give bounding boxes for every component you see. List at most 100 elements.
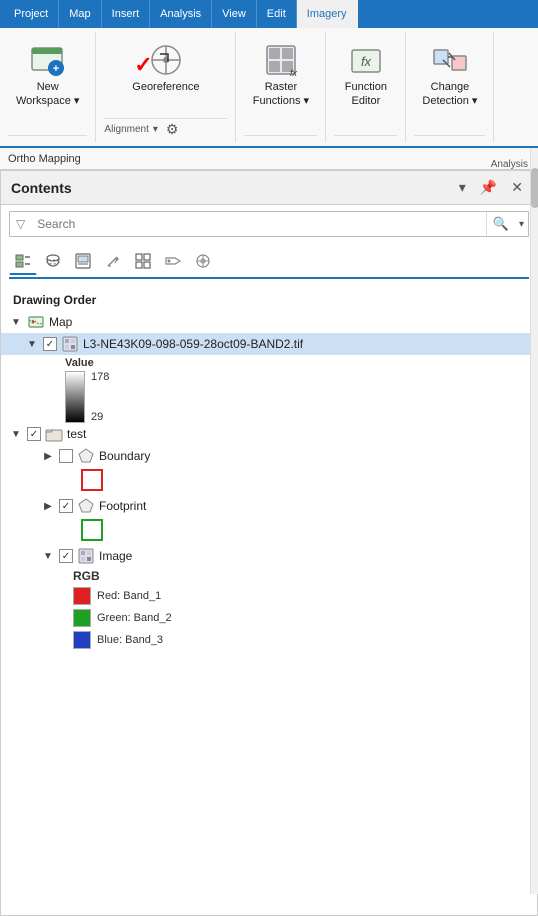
boundary-symbol-swatch bbox=[81, 469, 103, 491]
list-by-source-button[interactable] bbox=[39, 247, 67, 275]
search-bar: ▽ 🔍 ▾ bbox=[9, 211, 529, 237]
ribbon-content: + NewWorkspace ▾ bbox=[0, 28, 538, 148]
boundary-expand-btn[interactable]: ▶ bbox=[41, 449, 55, 463]
rgb-row-blue: Blue: Band_3 bbox=[73, 629, 537, 651]
ribbon-group-change-detection: ChangeDetection ▾ bbox=[406, 32, 494, 142]
georeference-icon bbox=[146, 40, 186, 80]
legend-values: 178 29 bbox=[91, 371, 109, 423]
layer-tree: Drawing Order ▼ Map ▼ bbox=[1, 283, 537, 915]
raster-checkbox[interactable] bbox=[43, 337, 57, 351]
tab-edit[interactable]: Edit bbox=[257, 0, 297, 28]
scrollbar-thumb[interactable] bbox=[531, 168, 538, 208]
tab-project[interactable]: Project bbox=[4, 0, 59, 28]
new-workspace-icon: + bbox=[28, 40, 68, 80]
ortho-mapping-label: Ortho Mapping bbox=[8, 153, 81, 165]
svg-text:+: + bbox=[52, 63, 58, 75]
georeference-button[interactable]: Georeference ✓ bbox=[124, 36, 207, 118]
ribbon-georeference-items: Georeference ✓ bbox=[124, 36, 207, 118]
legend-max-value: 178 bbox=[91, 371, 109, 383]
image-expand-btn[interactable]: ▼ bbox=[41, 549, 55, 563]
test-checkbox[interactable] bbox=[27, 427, 41, 441]
tab-insert[interactable]: Insert bbox=[102, 0, 151, 28]
footprint-icon bbox=[77, 497, 95, 515]
footprint-symbol-swatch bbox=[81, 519, 103, 541]
raster-functions-label: RasterFunctions ▾ bbox=[253, 80, 309, 109]
footprint-expand-btn[interactable]: ▶ bbox=[41, 499, 55, 513]
image-icon bbox=[77, 547, 95, 565]
raster-band2-label: L3-NE43K09-098-059-28oct09-BAND2.tif bbox=[83, 337, 303, 351]
function-editor-label: FunctionEditor bbox=[345, 80, 387, 109]
test-expand-btn[interactable]: ▼ bbox=[9, 427, 23, 441]
toolbar-accent-bar bbox=[9, 277, 529, 279]
scrollbar-track[interactable] bbox=[530, 148, 538, 894]
rgb-row-green: Green: Band_2 bbox=[73, 607, 537, 629]
contents-title: Contents bbox=[11, 180, 72, 196]
map-label: Map bbox=[49, 315, 72, 329]
blue-swatch bbox=[73, 631, 91, 649]
raster-functions-group-label bbox=[244, 135, 317, 138]
function-editor-icon: fx bbox=[346, 40, 386, 80]
ribbon-group-items: + NewWorkspace ▾ bbox=[8, 36, 87, 135]
tree-item-footprint[interactable]: ▶ Footprint bbox=[1, 495, 537, 517]
svg-text:fx: fx bbox=[361, 54, 372, 69]
tree-item-image[interactable]: ▼ Image bbox=[1, 545, 537, 567]
contents-panel: Contents ▾ 📌 ✕ ▽ 🔍 ▾ bbox=[0, 170, 538, 916]
raster-expand-btn[interactable]: ▼ bbox=[25, 337, 39, 351]
blue-band-label: Blue: Band_3 bbox=[97, 634, 163, 646]
raster-legend: Value 178 29 bbox=[1, 355, 537, 423]
boundary-symbol bbox=[1, 467, 537, 495]
red-swatch bbox=[73, 587, 91, 605]
new-workspace-group-label bbox=[8, 135, 87, 138]
list-by-selection-button[interactable] bbox=[69, 247, 97, 275]
group-icon bbox=[45, 425, 63, 443]
tab-imagery[interactable]: Imagery bbox=[297, 0, 358, 28]
toolbar-icons bbox=[1, 243, 537, 277]
label-button[interactable] bbox=[159, 247, 187, 275]
tree-item-raster-band2[interactable]: ▼ L3-NE43K09-098-059-28oct09-BAND2.tif bbox=[1, 333, 537, 355]
ribbon: Project Map Insert Analysis View Edit Im… bbox=[0, 0, 538, 170]
map-expand-btn[interactable]: ▼ bbox=[9, 315, 23, 329]
search-dropdown-icon[interactable]: ▾ bbox=[515, 215, 528, 234]
raster-functions-items: fx RasterFunctions ▾ bbox=[245, 36, 317, 135]
test-label: test bbox=[67, 427, 86, 441]
auto-hide-button[interactable]: ▾ bbox=[455, 177, 470, 198]
ribbon-group-function-editor: fx FunctionEditor bbox=[326, 32, 406, 142]
drawing-order-label: Drawing Order bbox=[1, 287, 537, 311]
list-by-drawing-order-button[interactable] bbox=[9, 247, 37, 275]
function-editor-button[interactable]: fx FunctionEditor bbox=[337, 36, 395, 135]
properties-button[interactable]: 📌 bbox=[476, 177, 501, 198]
tree-item-boundary[interactable]: ▶ Boundary bbox=[1, 445, 537, 467]
search-input[interactable] bbox=[31, 213, 486, 235]
red-band-label: Red: Band_1 bbox=[97, 590, 161, 602]
tab-map[interactable]: Map bbox=[59, 0, 101, 28]
legend-min-value: 29 bbox=[91, 411, 109, 423]
boundary-checkbox[interactable] bbox=[59, 449, 73, 463]
tab-analysis[interactable]: Analysis bbox=[150, 0, 212, 28]
green-band-label: Green: Band_2 bbox=[97, 612, 172, 624]
alignment-dropdown-icon: ▾ bbox=[153, 124, 158, 135]
boundary-icon bbox=[77, 447, 95, 465]
new-workspace-label: NewWorkspace ▾ bbox=[16, 80, 79, 109]
raster-functions-button[interactable]: fx RasterFunctions ▾ bbox=[245, 36, 317, 135]
create-chart-button[interactable] bbox=[129, 247, 157, 275]
search-icon[interactable]: 🔍 bbox=[486, 212, 515, 236]
feature-button[interactable] bbox=[189, 247, 217, 275]
function-editor-group-label bbox=[334, 135, 397, 138]
ribbon-group-georeference: Georeference ✓ Alignment ▾ ⚙ bbox=[96, 32, 236, 142]
tree-item-test[interactable]: ▼ test bbox=[1, 423, 537, 445]
alignment-label: Alignment ▾ ⚙ bbox=[104, 118, 227, 138]
ribbon-group-new-workspace: + NewWorkspace ▾ bbox=[0, 32, 96, 142]
close-button[interactable]: ✕ bbox=[507, 177, 527, 198]
tree-item-map[interactable]: ▼ Map bbox=[1, 311, 537, 333]
footprint-label: Footprint bbox=[99, 499, 146, 513]
tab-view[interactable]: View bbox=[212, 0, 257, 28]
alignment-settings-icon[interactable]: ⚙ bbox=[166, 121, 179, 138]
boundary-label: Boundary bbox=[99, 449, 150, 463]
change-detection-button[interactable]: ChangeDetection ▾ bbox=[414, 36, 485, 135]
image-checkbox[interactable] bbox=[59, 549, 73, 563]
footprint-checkbox[interactable] bbox=[59, 499, 73, 513]
change-detection-label: ChangeDetection ▾ bbox=[422, 80, 477, 109]
svg-text:fx: fx bbox=[290, 68, 298, 78]
new-workspace-button[interactable]: + NewWorkspace ▾ bbox=[8, 36, 87, 135]
edit-button[interactable] bbox=[99, 247, 127, 275]
